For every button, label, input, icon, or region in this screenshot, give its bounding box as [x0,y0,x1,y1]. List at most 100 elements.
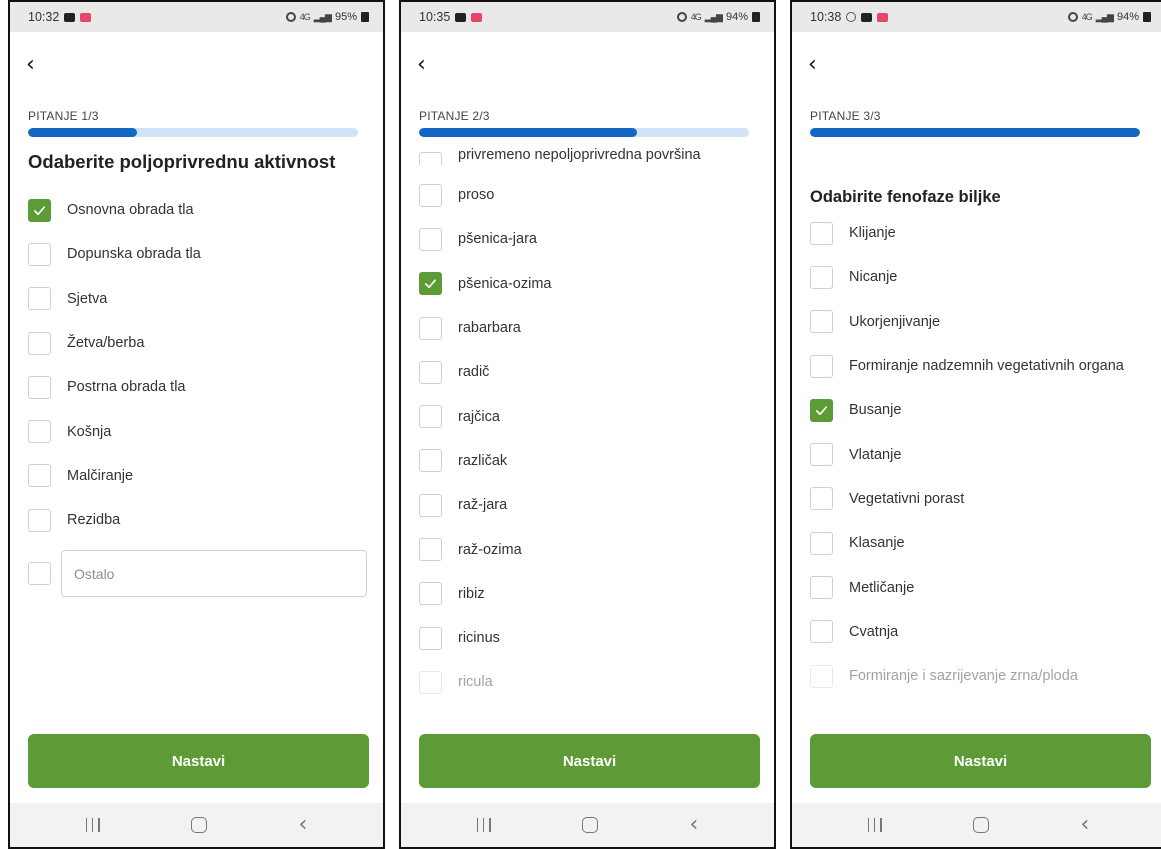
checkbox[interactable] [419,538,442,562]
list-item[interactable]: Rezidba [28,498,377,542]
list-item[interactable]: pšenica-jara [419,217,768,261]
list-item[interactable]: Sjetva [28,277,377,321]
checkbox[interactable] [28,331,51,355]
list-item[interactable]: Klijanje [810,211,1159,255]
back-arrow-icon[interactable]: ‹ [417,54,441,78]
list-item[interactable]: Vegetativni porast [810,477,1159,521]
option-label: rabarbara [458,320,521,337]
checkbox[interactable] [28,287,51,311]
back-arrow-icon[interactable]: ‹ [808,54,832,78]
checkbox[interactable] [419,360,442,384]
list-item[interactable]: Formiranje i sazrijevanje zrna/ploda [810,654,1159,698]
list-item[interactable]: Ukorjenjivanje [810,300,1159,344]
list-item[interactable]: Cvatnja [810,610,1159,654]
list-item-partial[interactable]: privremeno nepoljoprivredna površina [419,143,768,165]
check-icon [32,203,47,218]
alarm-icon [1067,12,1078,22]
option-label: pšenica-jara [458,231,537,248]
checkbox[interactable] [419,626,442,650]
list-item[interactable]: Žetva/berba [28,321,377,365]
list-item[interactable]: Metličanje [810,565,1159,609]
app-notification-icon [80,12,92,22]
option-label: Formiranje i sazrijevanje zrna/ploda [849,668,1078,685]
list-item[interactable]: proso [419,173,768,217]
list-item[interactable]: Formiranje nadzemnih vegetativnih organa [810,344,1159,388]
option-label: Formiranje nadzemnih vegetativnih organa [849,358,1124,375]
checkbox-checked[interactable] [419,272,442,296]
checkbox[interactable] [810,620,833,644]
list-item[interactable]: pšenica-ozima [419,262,768,306]
checkbox[interactable] [810,443,833,467]
back-arrow-icon[interactable]: ‹ [26,54,50,78]
checkbox[interactable] [28,508,51,532]
checkbox[interactable] [419,227,442,251]
checkbox[interactable] [419,449,442,473]
nav-recent-icon[interactable] [867,818,882,832]
network-type: 4G [690,12,702,22]
checkbox[interactable] [419,405,442,429]
checkbox[interactable] [28,562,51,585]
list-item[interactable]: raž-jara [419,483,768,527]
nav-back-icon[interactable]: ‹ [689,814,698,836]
checkbox[interactable] [810,664,833,688]
continue-button[interactable]: Nastavi [810,734,1151,788]
checkbox[interactable] [810,531,833,555]
list-item[interactable]: Nicanje [810,255,1159,299]
list-item[interactable]: Vlatanje [810,432,1159,476]
checkbox[interactable] [419,670,442,694]
option-label: Vlatanje [849,446,902,463]
nav-recent-icon[interactable] [476,818,491,832]
other-option-row [28,550,367,597]
checkbox[interactable] [28,420,51,444]
checkbox[interactable] [419,151,442,165]
checkbox[interactable] [810,265,833,289]
checkbox[interactable] [419,493,442,517]
checkbox[interactable] [28,464,51,488]
list-item[interactable]: rabarbara [419,306,768,350]
checkbox[interactable] [419,582,442,606]
continue-button[interactable]: Nastavi [419,734,760,788]
option-label: Malčiranje [67,467,134,484]
checkbox[interactable] [28,375,51,399]
signal-icon: ▂▄▆ [313,11,332,22]
list-item[interactable]: radič [419,350,768,394]
checkbox[interactable] [419,183,442,207]
nav-back-icon[interactable]: ‹ [1080,814,1089,836]
list-item[interactable]: Košnja [28,409,377,453]
list-item[interactable]: Dopunska obrada tla [28,232,377,276]
list-item[interactable]: ribiz [419,572,768,616]
progress-fill [810,128,1140,137]
option-label: Busanje [849,402,902,419]
list-item[interactable]: različak [419,439,768,483]
options-list: Klijanje Nicanje Ukorjenjivanje Formiranje … [810,211,1159,698]
list-item[interactable]: Postrna obrada tla [28,365,377,409]
list-item[interactable]: raž-ozima [419,527,768,571]
checkbox[interactable] [810,221,833,245]
progress-bar [419,128,749,137]
progress-fill [28,128,137,137]
checkbox[interactable] [810,576,833,600]
nav-home-icon[interactable] [973,817,990,833]
checkbox[interactable] [28,242,51,266]
continue-button[interactable]: Nastavi [28,734,369,788]
nav-back-icon[interactable]: ‹ [298,814,307,836]
other-text-input[interactable] [61,550,367,597]
checkbox-checked[interactable] [28,198,51,222]
nav-home-icon[interactable] [582,817,599,833]
nav-recent-icon[interactable] [85,818,100,832]
list-item[interactable]: ricula [419,660,768,704]
alarm-icon [285,12,296,22]
list-item[interactable]: Klasanje [810,521,1159,565]
checkbox[interactable] [810,354,833,378]
checkbox[interactable] [810,487,833,511]
list-item[interactable]: Malčiranje [28,454,377,498]
checkbox[interactable] [810,310,833,334]
checkbox[interactable] [419,316,442,340]
list-item[interactable]: Osnovna obrada tla [28,188,377,232]
list-item[interactable]: Busanje [810,388,1159,432]
checkbox-checked[interactable] [810,398,833,422]
nav-home-icon[interactable] [191,817,208,833]
phone-screen-question-2: 10:35 4G ▂▄▆ 94% ‹ PITANJE 2/3 privremen… [399,0,776,849]
list-item[interactable]: rajčica [419,394,768,438]
list-item[interactable]: ricinus [419,616,768,660]
